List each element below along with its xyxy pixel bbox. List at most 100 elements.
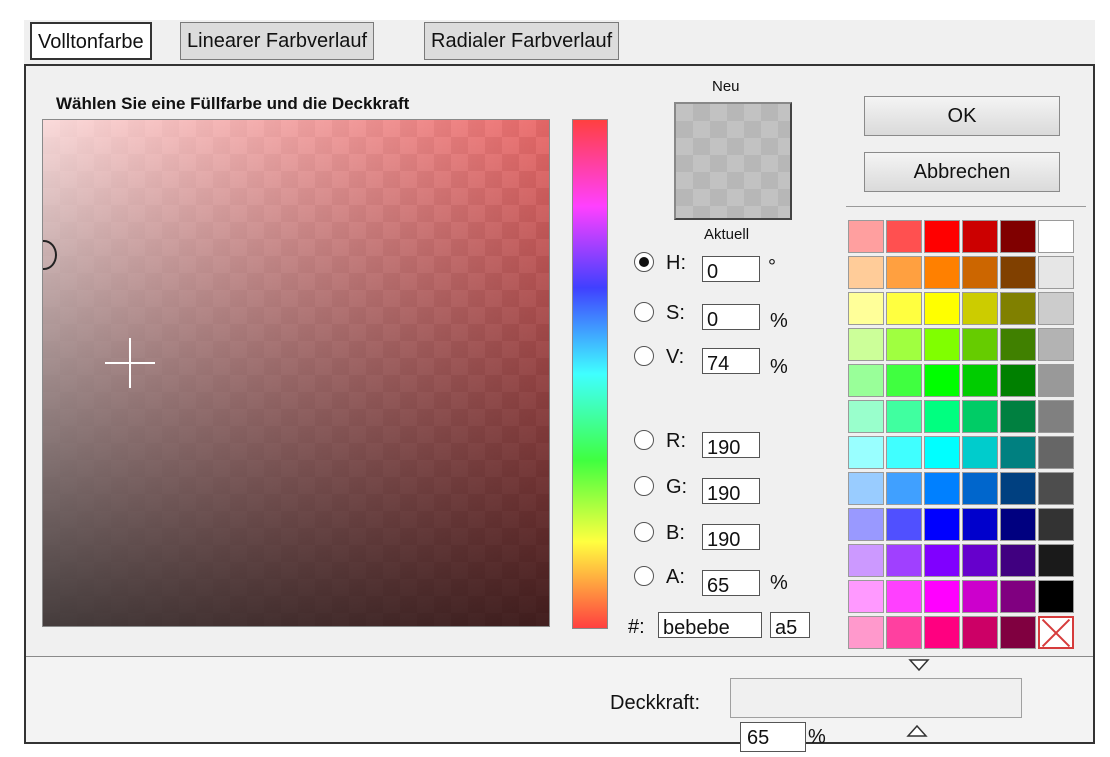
palette-swatch[interactable]	[1038, 328, 1074, 361]
hue-slider[interactable]	[572, 119, 608, 629]
palette-swatch[interactable]	[1000, 364, 1036, 397]
tab-linear-gradient[interactable]: Linearer Farbverlauf	[180, 22, 375, 60]
no-color-swatch[interactable]	[1038, 616, 1074, 649]
palette-swatch[interactable]	[924, 256, 960, 289]
palette-swatch[interactable]	[1038, 364, 1074, 397]
saturation-input[interactable]: 0	[702, 304, 760, 330]
palette-swatch[interactable]	[1000, 508, 1036, 541]
palette-swatch[interactable]	[1000, 256, 1036, 289]
palette-swatch[interactable]	[1000, 544, 1036, 577]
palette-swatch[interactable]	[1000, 472, 1036, 505]
palette-swatch[interactable]	[848, 436, 884, 469]
palette-swatch[interactable]	[962, 544, 998, 577]
palette-swatch[interactable]	[962, 436, 998, 469]
palette-swatch[interactable]	[924, 544, 960, 577]
palette-swatch[interactable]	[1038, 436, 1074, 469]
palette-swatch[interactable]	[886, 220, 922, 253]
crosshair-cursor[interactable]	[105, 338, 155, 388]
opacity-input[interactable]: 65	[740, 722, 806, 752]
palette-swatch[interactable]	[924, 472, 960, 505]
palette-swatch[interactable]	[962, 616, 998, 649]
palette-swatch[interactable]	[886, 580, 922, 613]
palette-swatch[interactable]	[886, 508, 922, 541]
palette-swatch[interactable]	[962, 472, 998, 505]
palette-swatch[interactable]	[962, 364, 998, 397]
palette-swatch[interactable]	[886, 400, 922, 433]
palette-swatch[interactable]	[848, 544, 884, 577]
palette-swatch[interactable]	[1038, 544, 1074, 577]
cancel-button[interactable]: Abbrechen	[864, 152, 1060, 192]
palette-swatch[interactable]	[848, 328, 884, 361]
hue-input[interactable]: 0	[702, 256, 760, 282]
hex-alpha-input[interactable]: a5	[770, 612, 810, 638]
palette-swatch[interactable]	[924, 220, 960, 253]
palette-swatch[interactable]	[1038, 400, 1074, 433]
palette-swatch[interactable]	[924, 508, 960, 541]
palette-swatch[interactable]	[886, 364, 922, 397]
value-input[interactable]: 74	[702, 348, 760, 374]
palette-swatch[interactable]	[1000, 328, 1036, 361]
palette-swatch[interactable]	[848, 580, 884, 613]
palette-swatch[interactable]	[886, 616, 922, 649]
radio-red[interactable]	[634, 430, 654, 450]
palette-swatch[interactable]	[962, 328, 998, 361]
palette-swatch[interactable]	[848, 220, 884, 253]
palette-swatch[interactable]	[1038, 292, 1074, 325]
tab-solid-color[interactable]: Volltonfarbe	[30, 22, 152, 60]
palette-swatch[interactable]	[1000, 436, 1036, 469]
palette-swatch[interactable]	[848, 472, 884, 505]
palette-swatch[interactable]	[1000, 580, 1036, 613]
opacity-arrow-up-icon[interactable]	[906, 724, 928, 738]
palette-swatch[interactable]	[1000, 400, 1036, 433]
palette-swatch[interactable]	[924, 292, 960, 325]
palette-swatch[interactable]	[924, 400, 960, 433]
palette-swatch[interactable]	[1000, 616, 1036, 649]
palette-swatch[interactable]	[886, 256, 922, 289]
palette-swatch[interactable]	[962, 292, 998, 325]
palette-swatch[interactable]	[924, 580, 960, 613]
palette-swatch[interactable]	[848, 292, 884, 325]
palette-swatch[interactable]	[1038, 472, 1074, 505]
green-input[interactable]: 190	[702, 478, 760, 504]
palette-swatch[interactable]	[924, 364, 960, 397]
palette-swatch[interactable]	[848, 364, 884, 397]
palette-swatch[interactable]	[962, 508, 998, 541]
palette-swatch[interactable]	[1000, 292, 1036, 325]
palette-swatch[interactable]	[886, 544, 922, 577]
radio-hue[interactable]	[634, 252, 654, 272]
opacity-slider-track[interactable]	[730, 678, 1022, 718]
palette-arrow-down-icon[interactable]	[908, 658, 930, 672]
palette-swatch[interactable]	[886, 436, 922, 469]
radio-blue[interactable]	[634, 522, 654, 542]
palette-swatch[interactable]	[1038, 508, 1074, 541]
palette-swatch[interactable]	[848, 508, 884, 541]
palette-swatch[interactable]	[924, 436, 960, 469]
palette-swatch[interactable]	[962, 256, 998, 289]
palette-swatch[interactable]	[1000, 220, 1036, 253]
radio-alpha[interactable]	[634, 566, 654, 586]
radio-saturation[interactable]	[634, 302, 654, 322]
palette-swatch[interactable]	[1038, 256, 1074, 289]
palette-swatch[interactable]	[848, 400, 884, 433]
palette-swatch[interactable]	[962, 400, 998, 433]
saturation-value-field[interactable]	[42, 119, 550, 627]
palette-swatch[interactable]	[924, 328, 960, 361]
palette-swatch[interactable]	[1038, 220, 1074, 253]
palette-swatch[interactable]	[848, 256, 884, 289]
blue-input[interactable]: 190	[702, 524, 760, 550]
radio-value[interactable]	[634, 346, 654, 366]
palette-swatch[interactable]	[886, 292, 922, 325]
tab-radial-gradient[interactable]: Radialer Farbverlauf	[424, 22, 620, 60]
radio-green[interactable]	[634, 476, 654, 496]
palette-swatch[interactable]	[886, 472, 922, 505]
hex-input[interactable]: bebebe	[658, 612, 762, 638]
red-input[interactable]: 190	[702, 432, 760, 458]
palette-swatch[interactable]	[886, 328, 922, 361]
palette-swatch[interactable]	[1038, 580, 1074, 613]
palette-swatch[interactable]	[924, 616, 960, 649]
palette-swatch[interactable]	[848, 616, 884, 649]
palette-swatch[interactable]	[962, 580, 998, 613]
palette-swatch[interactable]	[962, 220, 998, 253]
alpha-input[interactable]: 65	[702, 570, 760, 596]
ok-button[interactable]: OK	[864, 96, 1060, 136]
